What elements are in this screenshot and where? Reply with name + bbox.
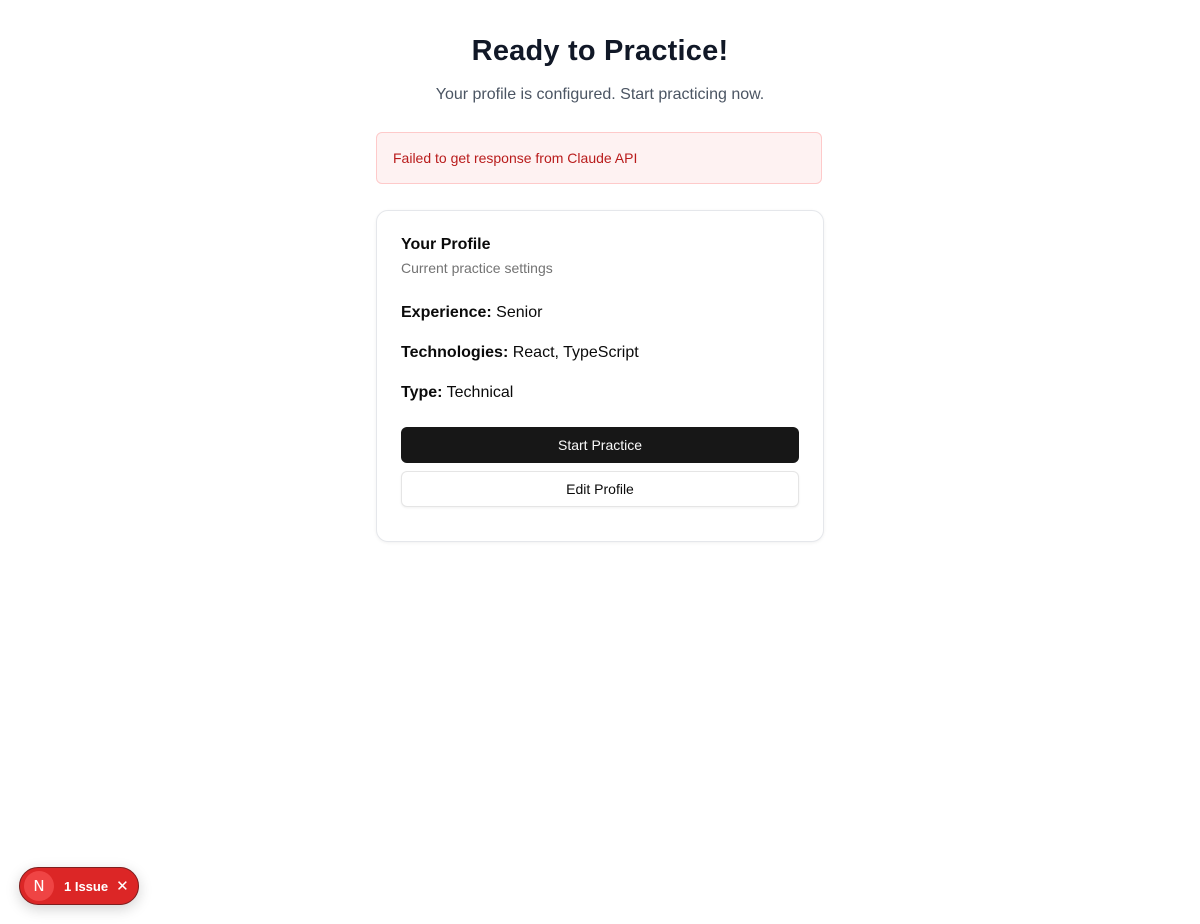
card-description: Current practice settings <box>401 260 553 276</box>
technologies-value: React, TypeScript <box>512 344 639 361</box>
edit-profile-button[interactable]: Edit Profile <box>401 471 799 507</box>
page: Ready to Practice! Your profile is confi… <box>0 0 1200 924</box>
profile-card: Your Profile Current practice settings E… <box>376 210 824 542</box>
technologies-label: Technologies: <box>401 344 509 361</box>
experience-label: Experience: <box>401 304 492 321</box>
page-title: Ready to Practice! <box>471 35 729 67</box>
dev-issues-indicator[interactable]: N 1 Issue ✕ <box>19 867 139 905</box>
experience-value: Senior <box>496 304 543 321</box>
card-title: Your Profile <box>401 236 491 253</box>
start-practice-button[interactable]: Start Practice <box>401 427 799 463</box>
close-icon[interactable]: ✕ <box>116 877 129 895</box>
technologies-row: Technologies: React, TypeScript <box>401 343 799 363</box>
main-container: Ready to Practice! Your profile is confi… <box>376 0 824 542</box>
type-value: Technical <box>446 384 514 401</box>
page-subtitle: Your profile is configured. Start practi… <box>435 86 765 103</box>
experience-row: Experience: Senior <box>401 303 799 323</box>
type-row: Type: Technical <box>401 383 799 403</box>
error-message: Failed to get response from Claude API <box>393 150 638 166</box>
nextjs-logo-icon[interactable]: N <box>24 871 54 901</box>
issue-count-label[interactable]: 1 Issue <box>64 879 108 894</box>
error-alert: Failed to get response from Claude API <box>376 132 822 184</box>
type-label: Type: <box>401 384 443 401</box>
